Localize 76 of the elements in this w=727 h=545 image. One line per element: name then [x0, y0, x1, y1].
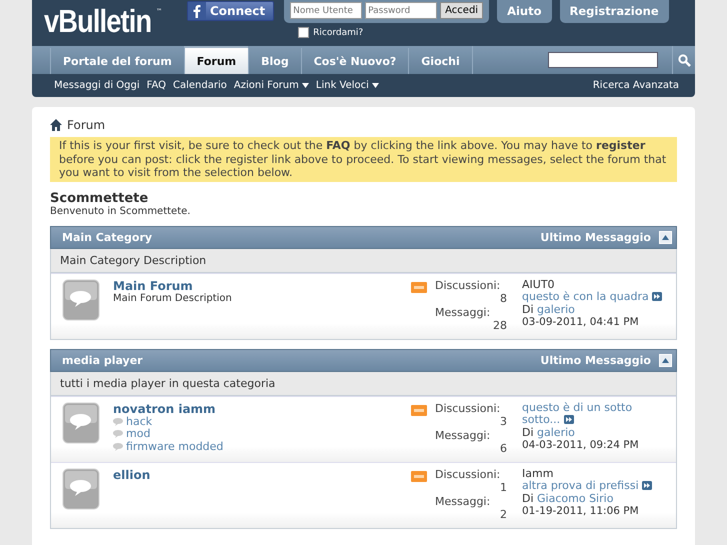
stat-label: Messaggi:	[435, 428, 492, 442]
nav-tab[interactable]: Forum	[184, 46, 248, 74]
password-field[interactable]: Password	[365, 2, 438, 19]
forum-icon	[62, 402, 100, 444]
category-title[interactable]: Main Category	[62, 230, 152, 244]
author-link[interactable]: galerio	[537, 302, 575, 316]
breadcrumb[interactable]: Forum	[67, 118, 106, 132]
stat-label: Messaggi:	[435, 306, 492, 319]
forum-icon	[62, 468, 100, 510]
subnav-link[interactable]: Link Veloci	[316, 80, 379, 91]
header-button[interactable]: Aiuto	[497, 0, 552, 23]
collapse-icon[interactable]	[659, 354, 672, 366]
header-button[interactable]: Registrazione	[560, 0, 669, 23]
thread-link[interactable]: questo è con la quadra	[522, 291, 662, 304]
advanced-search-link[interactable]: Ricerca Avanzata	[592, 80, 679, 91]
forum-welcome: Benvenuto in Scommettete.	[50, 206, 192, 216]
post-date: 03-09-2011, 04:41 PM	[522, 316, 640, 328]
thread-link[interactable]: questo è di un sotto sotto...	[522, 402, 670, 426]
stat-value: 3	[499, 415, 507, 428]
stat-label: Discussioni:	[435, 468, 502, 481]
nav-tab[interactable]: Blog	[248, 48, 301, 74]
by-label: Di	[522, 426, 534, 438]
login-button[interactable]: Accedi	[440, 2, 484, 19]
nav-tab[interactable]: Giochi	[408, 48, 472, 74]
stat-value: 1	[499, 481, 507, 494]
facebook-connect-button[interactable]: Connect	[187, 1, 274, 21]
forum-icon	[62, 278, 100, 320]
subforum-link[interactable]: firmware modded	[126, 440, 224, 453]
go-to-post-icon[interactable]	[564, 415, 574, 424]
welcome-notice: If this is your first visit, be sure to check out the FAQ by clicking the link above. You may have to register before you can post: click the register link above to proceed. To start viewing messages, select the forum that you want to visit from the selection below.	[50, 137, 677, 182]
post-date: 04-03-2011, 09:24 PM	[522, 439, 640, 452]
subnav-link[interactable]: Messaggi di Oggi	[54, 80, 140, 91]
stat-value: 2	[499, 508, 507, 522]
stat-value: 6	[499, 442, 507, 456]
by-label: Di	[522, 302, 534, 316]
remember-checkbox[interactable]	[298, 27, 310, 38]
forum-title-link[interactable]: ellion	[113, 468, 411, 482]
nav-tab[interactable]: Cos'è Nuovo?	[300, 48, 408, 74]
category-title[interactable]: media player	[62, 354, 143, 366]
remember-label: Ricordami?	[313, 28, 364, 38]
author-link[interactable]: Giacomo Sirio	[537, 492, 614, 504]
thread-link[interactable]: altra prova di prefissi	[522, 480, 652, 492]
post-date: 01-19-2011, 11:06 PM	[522, 505, 640, 518]
forum-title-link[interactable]: novatron iamm	[113, 402, 411, 416]
by-label: Di	[522, 492, 534, 504]
stat-label: Discussioni:	[435, 402, 502, 415]
stat-label: Discussioni:	[435, 278, 502, 292]
category-description: Main Category Description	[51, 248, 676, 272]
search-icon[interactable]	[678, 54, 690, 66]
stat-label: Messaggi:	[435, 494, 492, 508]
go-to-post-icon[interactable]	[642, 481, 652, 490]
facebook-icon	[188, 2, 206, 20]
forum-title: Scommettete	[50, 190, 150, 206]
author-link[interactable]: galerio	[537, 426, 575, 438]
go-to-post-icon[interactable]	[652, 292, 662, 302]
stat-value: 8	[499, 292, 507, 306]
stat-value: 28	[492, 319, 507, 332]
logo[interactable]: vBulletin	[44, 2, 152, 40]
home-icon[interactable]	[50, 119, 62, 131]
subnav-link[interactable]: FAQ	[146, 80, 166, 91]
search-field[interactable]	[548, 52, 658, 68]
subforum-link[interactable]: mod	[126, 428, 150, 440]
collapse-icon[interactable]	[659, 230, 672, 244]
category-description: tutti i media player in questa categoria	[51, 372, 676, 396]
forum-description: Main Forum Description	[113, 292, 233, 304]
thread-prefix: Iamm	[522, 466, 554, 480]
column-heading: Ultimo Messaggio	[540, 354, 651, 366]
subnav-link[interactable]: Calendario	[173, 80, 227, 91]
column-heading: Ultimo Messaggio	[540, 230, 651, 244]
subnav-link[interactable]: Azioni Forum	[234, 80, 309, 91]
subforum-link[interactable]: hack	[126, 416, 152, 428]
thread-prefix: AIUT0	[522, 278, 555, 290]
caret-icon[interactable]	[302, 83, 309, 88]
username-field[interactable]: Nome Utente	[290, 2, 362, 19]
forum-title-link[interactable]: Main Forum	[113, 278, 411, 292]
caret-icon[interactable]	[372, 83, 379, 88]
